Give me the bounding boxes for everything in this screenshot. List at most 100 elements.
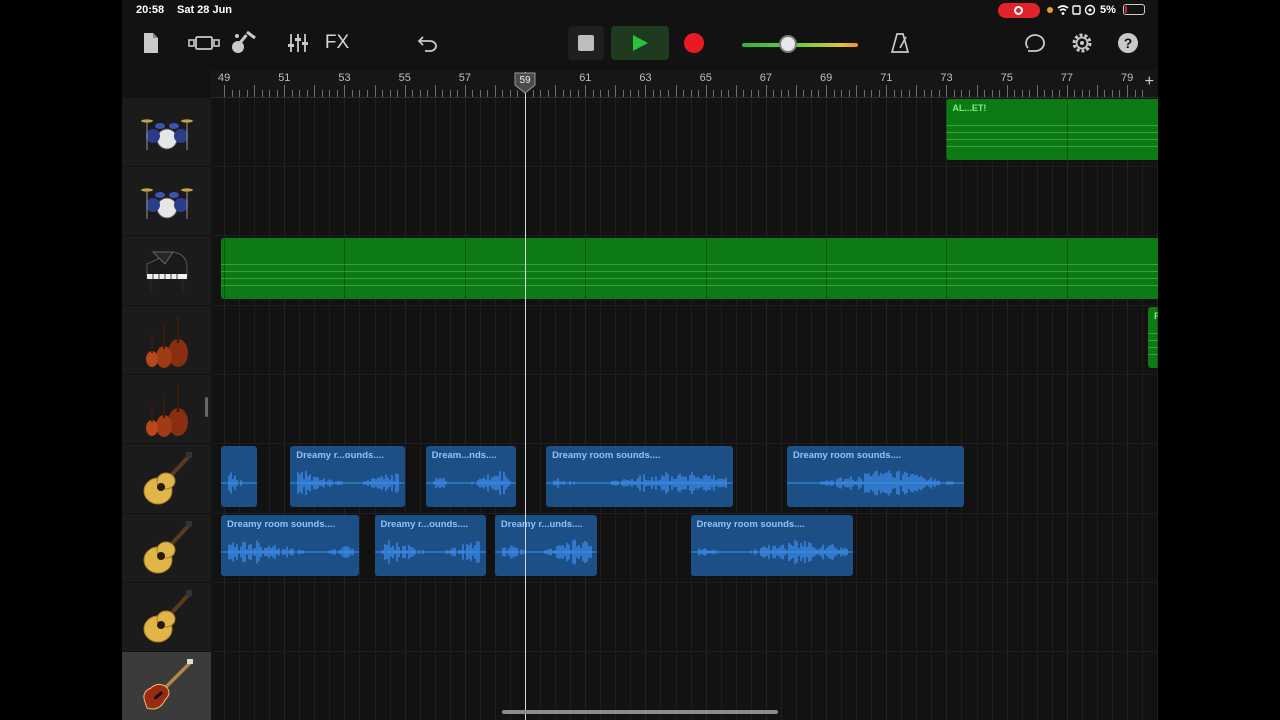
region-loop-divider — [223, 237, 225, 299]
undo-icon[interactable] — [416, 29, 440, 57]
audio-region[interactable]: Dreamy room sounds.... — [546, 445, 733, 507]
help-icon[interactable]: ? — [1116, 29, 1140, 57]
ruler-tick — [938, 90, 940, 97]
ruler-tick — [901, 90, 903, 97]
fx-button[interactable]: FX — [322, 29, 352, 57]
acoustic-guitar-icon — [140, 589, 194, 645]
ruler-tick — [863, 90, 865, 97]
stop-button[interactable] — [568, 26, 604, 60]
region-label: Dreamy room sounds.... — [552, 449, 661, 461]
track-lane-4[interactable] — [211, 306, 1158, 375]
ruler-bar-number: 79 — [1121, 72, 1134, 84]
ruler-tick — [336, 90, 338, 97]
ruler-tick — [1074, 90, 1076, 97]
ruler-tick — [397, 90, 399, 97]
play-button[interactable] — [611, 26, 669, 60]
ruler-tick — [803, 90, 805, 97]
screen-record-icon[interactable] — [998, 3, 1040, 18]
ruler-tick — [923, 90, 925, 97]
region-label: Dreamy room sounds.... — [696, 518, 805, 530]
ruler-bar-number: 65 — [699, 72, 712, 84]
ruler-tick — [494, 85, 496, 97]
mic-indicator-icon — [1047, 7, 1053, 13]
track-lane-5[interactable] — [211, 375, 1158, 445]
ruler-tick — [1021, 90, 1023, 97]
ruler-tick — [622, 90, 624, 97]
ruler-bar-number: 67 — [759, 72, 773, 84]
stop-icon — [578, 35, 594, 51]
ruler-tick — [961, 90, 963, 97]
region-loop-divider — [825, 237, 827, 299]
ruler-bar-number: 69 — [820, 72, 833, 84]
document-icon[interactable] — [140, 29, 162, 57]
ruler-tick — [442, 90, 444, 97]
instrument-icon[interactable] — [228, 29, 258, 57]
track-header-4[interactable] — [122, 306, 211, 375]
battery-icon — [1123, 4, 1145, 15]
record-button[interactable] — [676, 26, 712, 60]
ruler-tick — [720, 90, 722, 97]
ruler-tick — [359, 90, 361, 97]
ruler-tick — [291, 90, 293, 97]
region-loop-divider — [705, 237, 707, 299]
ruler-tick — [509, 90, 511, 97]
ruler-tick — [765, 85, 767, 97]
ruler-tick — [299, 90, 301, 97]
ruler-bar-number: 77 — [1060, 72, 1074, 84]
track-header-6[interactable] — [122, 445, 211, 514]
track-header-9[interactable] — [122, 652, 211, 720]
ruler-tick — [683, 90, 685, 97]
ruler-tick — [457, 90, 459, 97]
record-icon — [684, 33, 704, 53]
tracks-view-icon[interactable] — [186, 29, 222, 57]
garageband-screen: 20:58 Sat 28 Jun 5% FX ? + 49 51 53 55 5… — [122, 0, 1158, 720]
midi-region[interactable] — [220, 237, 1158, 299]
ruler-tick — [239, 90, 241, 97]
arrangement-area[interactable]: AL...ET! F Dreamy r...ounds.... Dream...nds… — [211, 98, 1158, 720]
metronome-icon[interactable] — [888, 29, 912, 57]
audio-region[interactable]: Dreamy room sounds.... — [786, 445, 965, 507]
timeline-ruler[interactable]: + 49 51 53 55 57 61 63 65 67 69 71 73 75 77 79 — [211, 70, 1158, 98]
ruler-tick — [1111, 90, 1113, 97]
ruler-tick — [886, 85, 888, 97]
audio-region[interactable]: Dreamy r...ounds.... — [374, 514, 486, 577]
track-header-8[interactable] — [122, 583, 211, 653]
track-header-7[interactable] — [122, 514, 211, 583]
audio-region[interactable]: Dreamy r...ounds.... — [290, 445, 405, 507]
audio-region[interactable]: Dreamy room sounds.... — [220, 514, 360, 577]
midi-region[interactable]: AL...ET! — [946, 99, 1158, 161]
ruler-tick — [427, 90, 429, 97]
mixer-icon[interactable] — [286, 29, 310, 57]
grand-piano-icon — [143, 246, 191, 296]
settings-icon[interactable] — [1070, 29, 1094, 57]
playhead-marker[interactable]: 59 — [514, 72, 536, 94]
ruler-tick — [351, 90, 353, 97]
audio-region[interactable] — [220, 445, 258, 507]
loop-icon[interactable] — [1024, 29, 1048, 57]
ruler-tick — [953, 90, 955, 97]
audio-region[interactable]: Dreamy r...unds.... — [494, 514, 598, 577]
track-lane-8[interactable] — [211, 583, 1158, 653]
ruler-tick — [389, 90, 391, 97]
status-bar: 20:58 Sat 28 Jun 5% — [122, 0, 1158, 20]
volume-knob[interactable] — [779, 35, 798, 53]
track-header-3[interactable] — [122, 237, 211, 306]
midi-notes — [220, 257, 1158, 291]
add-section-button[interactable]: + — [1145, 73, 1154, 91]
audio-region[interactable]: Dream...nds.... — [425, 445, 516, 507]
audio-region[interactable]: Dreamy room sounds.... — [690, 514, 854, 577]
track-header-2[interactable] — [122, 167, 211, 237]
ruler-tick — [856, 85, 858, 97]
track-header-5[interactable] — [122, 375, 211, 445]
master-volume-slider[interactable] — [742, 35, 862, 53]
track-header-1[interactable] — [122, 98, 211, 167]
ruler-tick — [833, 90, 835, 97]
track-lane-2[interactable] — [211, 167, 1158, 237]
ruler-tick — [780, 90, 782, 97]
ruler-tick — [577, 90, 579, 97]
midi-region[interactable]: F — [1148, 306, 1158, 369]
ruler-tick — [984, 90, 986, 97]
ruler-bar-number: 61 — [579, 72, 592, 84]
ruler-tick — [1134, 90, 1136, 97]
ruler-tick — [607, 90, 609, 97]
